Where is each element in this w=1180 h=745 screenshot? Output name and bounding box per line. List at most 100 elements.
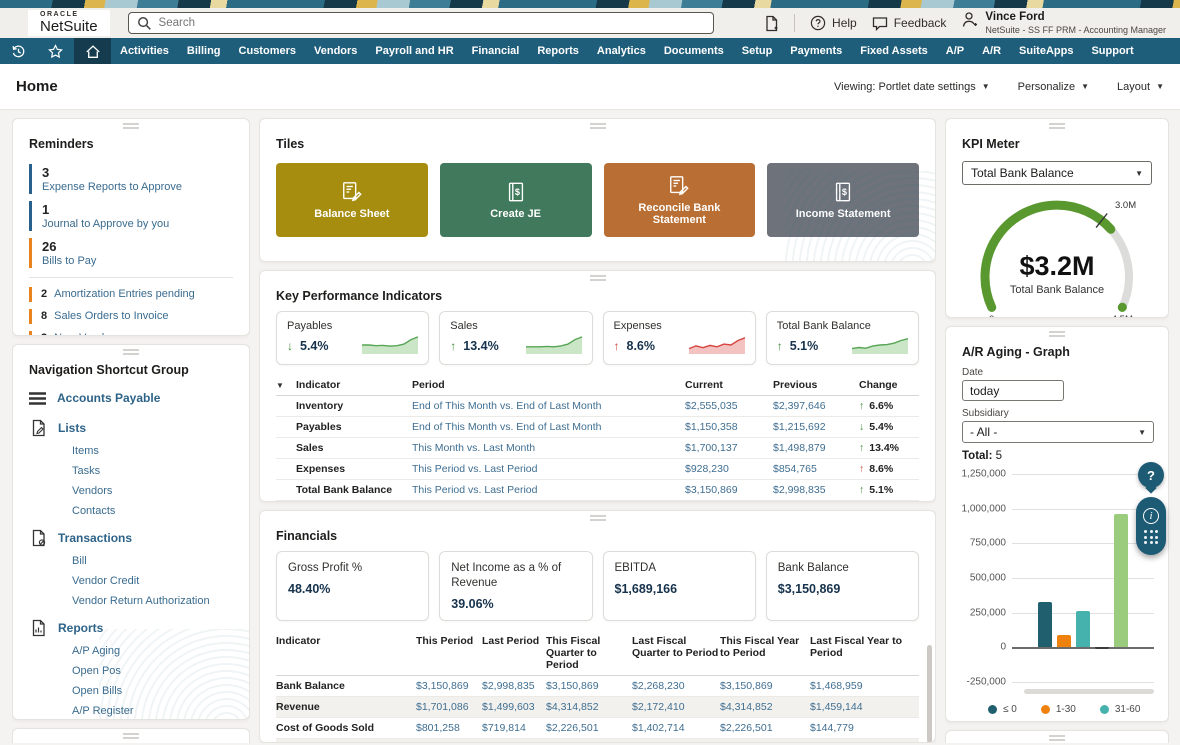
table-row[interactable]: InventoryEnd of This Month vs. End of La… xyxy=(276,396,919,417)
bar-61-90[interactable] xyxy=(1095,647,1109,649)
date-input[interactable] xyxy=(962,380,1064,401)
kpi-card-payables[interactable]: Payables↓5.4% xyxy=(276,311,429,365)
reminder-item[interactable]: 2Amortization Entries pending xyxy=(29,287,233,302)
netsuite-logo[interactable]: ORACLE NetSuite xyxy=(28,10,110,36)
shortcut-group-header-transactions[interactable]: Transactions xyxy=(31,525,249,551)
nav-item-financial[interactable]: Financial xyxy=(463,38,529,64)
new-record-button[interactable] xyxy=(764,15,779,32)
reminder-item[interactable]: 2New Vendors xyxy=(29,331,233,336)
sidebar-item-a-p-register[interactable]: A/P Register xyxy=(72,701,249,720)
home-button[interactable] xyxy=(74,38,111,64)
tile-reconcile-bank-statement[interactable]: Reconcile Bank Statement xyxy=(604,163,756,237)
drag-handle[interactable] xyxy=(1049,735,1065,741)
assistant-pill-button[interactable]: i xyxy=(1136,497,1166,555)
kpi-card-sales[interactable]: Sales↑13.4% xyxy=(439,311,592,365)
sidebar-item-tasks[interactable]: Tasks xyxy=(72,461,249,481)
reminder-link[interactable]: Journal to Approve by you xyxy=(42,218,233,230)
sidebar-item-vendor-credit[interactable]: Vendor Credit xyxy=(72,571,249,591)
nav-item-a-p[interactable]: A/P xyxy=(937,38,973,64)
help-pin-button[interactable]: ? xyxy=(1138,462,1164,488)
nav-item-reports[interactable]: Reports xyxy=(528,38,588,64)
reminder-item[interactable]: 8Sales Orders to Invoice xyxy=(29,309,233,324)
table-row[interactable]: ExpensesThis Period vs. Last Period$928,… xyxy=(276,459,919,480)
reminder-link[interactable]: Bills to Pay xyxy=(42,255,233,267)
sidebar-item-contacts[interactable]: Contacts xyxy=(72,501,249,521)
shortcut-group-header-lists[interactable]: Lists xyxy=(31,415,249,441)
shortcuts-button[interactable] xyxy=(37,38,74,64)
shortcut-group-header-reports[interactable]: Reports xyxy=(31,615,249,641)
bar-31-60[interactable] xyxy=(1076,611,1090,648)
sidebar-item-a-p-aging[interactable]: A/P Aging xyxy=(72,641,249,661)
personalize-menu[interactable]: Personalize ▼ xyxy=(1018,81,1089,93)
financial-card-bank-balance[interactable]: Bank Balance$3,150,869 xyxy=(766,551,919,621)
legend-item-31-60[interactable]: 31-60 xyxy=(1100,704,1141,715)
search-input[interactable] xyxy=(128,12,714,34)
table-row[interactable]: Gross Profit$899,828$779,789$2,088,351$7… xyxy=(276,739,919,743)
reminder-link[interactable]: Amortization Entries pending xyxy=(54,287,195,302)
sidebar-item-items[interactable]: Items xyxy=(72,441,249,461)
sidebar-item-vendor-return-authorization[interactable]: Vendor Return Authorization xyxy=(72,591,249,611)
kpi-portlet: Key Performance Indicators Payables↓5.4%… xyxy=(259,270,936,502)
nav-item-customers[interactable]: Customers xyxy=(230,38,305,64)
legend-item-0[interactable]: ≤ 0 xyxy=(988,704,1017,715)
feedback-button[interactable]: Feedback xyxy=(872,16,947,31)
reminder-item[interactable]: 26Bills to Pay xyxy=(29,238,233,268)
tile-income-statement[interactable]: $Income Statement xyxy=(767,163,919,237)
recent-records-button[interactable] xyxy=(0,38,37,64)
column-sort-caret[interactable]: ▼ xyxy=(276,379,296,391)
table-row[interactable]: SalesThis Month vs. Last Month$1,700,137… xyxy=(276,438,919,459)
bar-0[interactable] xyxy=(1038,602,1052,647)
reminder-item[interactable]: 1Journal to Approve by you xyxy=(29,201,233,231)
bar-1-30[interactable] xyxy=(1057,635,1071,647)
kpi-card-total-bank-balance[interactable]: Total Bank Balance↑5.1% xyxy=(766,311,919,365)
tile-balance-sheet[interactable]: Balance Sheet xyxy=(276,163,428,237)
subsidiary-select[interactable]: - All - ▼ xyxy=(962,421,1154,443)
kpi-meter-select[interactable]: Total Bank Balance ▼ xyxy=(962,161,1152,185)
nav-item-a-r[interactable]: A/R xyxy=(973,38,1010,64)
financial-card-gross-profit[interactable]: Gross Profit %48.40% xyxy=(276,551,429,621)
doc-report-icon xyxy=(31,619,47,637)
table-row[interactable]: Cost of Goods Sold$801,258$719,814$2,226… xyxy=(276,718,919,739)
table-row[interactable]: PayablesEnd of This Month vs. End of Las… xyxy=(276,417,919,438)
reminder-link[interactable]: Sales Orders to Invoice xyxy=(54,309,168,324)
sidebar-item-vendors[interactable]: Vendors xyxy=(72,481,249,501)
table-row[interactable]: Revenue$1,701,086$1,499,603$4,314,852$2,… xyxy=(276,697,919,718)
nav-item-analytics[interactable]: Analytics xyxy=(588,38,655,64)
nav-item-payroll-and-hr[interactable]: Payroll and HR xyxy=(366,38,462,64)
kpi-card-expenses[interactable]: Expenses↑8.6% xyxy=(603,311,756,365)
drag-handle[interactable] xyxy=(123,733,139,739)
nav-item-billing[interactable]: Billing xyxy=(178,38,230,64)
table-row[interactable]: Bank Balance$3,150,869$2,998,835$3,150,8… xyxy=(276,676,919,697)
legend-item-61-90[interactable]: 61-90 xyxy=(988,721,1029,722)
layout-menu[interactable]: Layout ▼ xyxy=(1117,81,1164,93)
nav-item-support[interactable]: Support xyxy=(1082,38,1142,64)
financial-card-net-income-as-a-of-revenue[interactable]: Net Income as a % of Revenue39.06% xyxy=(439,551,592,621)
table-scrollbar[interactable] xyxy=(927,645,932,743)
table-row[interactable]: Total Bank BalanceThis Period vs. Last P… xyxy=(276,480,919,501)
legend-item-91[interactable]: 91+ xyxy=(1053,721,1085,722)
reminder-link[interactable]: Expense Reports to Approve xyxy=(42,181,233,193)
sidebar-item-open-pos[interactable]: Open Pos xyxy=(72,661,249,681)
sidebar-item-bill[interactable]: Bill xyxy=(72,551,249,571)
nav-item-payments[interactable]: Payments xyxy=(781,38,851,64)
nav-item-suiteapps[interactable]: SuiteApps xyxy=(1010,38,1082,64)
reminder-item[interactable]: 3Expense Reports to Approve xyxy=(29,164,233,194)
sidebar-item-accounts-payable[interactable]: Accounts Payable xyxy=(29,391,233,405)
bar-91[interactable] xyxy=(1114,514,1128,647)
financial-card-ebitda[interactable]: EBITDA$1,689,166 xyxy=(603,551,756,621)
help-button[interactable]: Help xyxy=(810,15,857,31)
nav-item-activities[interactable]: Activities xyxy=(111,38,178,64)
chevron-down-icon: ▼ xyxy=(1081,82,1089,91)
nav-item-documents[interactable]: Documents xyxy=(655,38,733,64)
nav-item-vendors[interactable]: Vendors xyxy=(305,38,366,64)
sparkline-chart xyxy=(851,335,909,355)
chart-horizontal-scrollbar[interactable] xyxy=(1024,689,1154,694)
legend-item-1-30[interactable]: 1-30 xyxy=(1041,704,1076,715)
sidebar-item-open-bills[interactable]: Open Bills xyxy=(72,681,249,701)
user-menu[interactable]: Vince Ford NetSuite - SS FF PRM - Accoun… xyxy=(961,11,1166,35)
nav-item-fixed-assets[interactable]: Fixed Assets xyxy=(851,38,936,64)
reminder-link[interactable]: New Vendors xyxy=(54,331,119,336)
viewing-portlet-date-settings[interactable]: Viewing: Portlet date settings ▼ xyxy=(834,81,990,93)
tile-create-je[interactable]: $Create JE xyxy=(440,163,592,237)
nav-item-setup[interactable]: Setup xyxy=(733,38,782,64)
